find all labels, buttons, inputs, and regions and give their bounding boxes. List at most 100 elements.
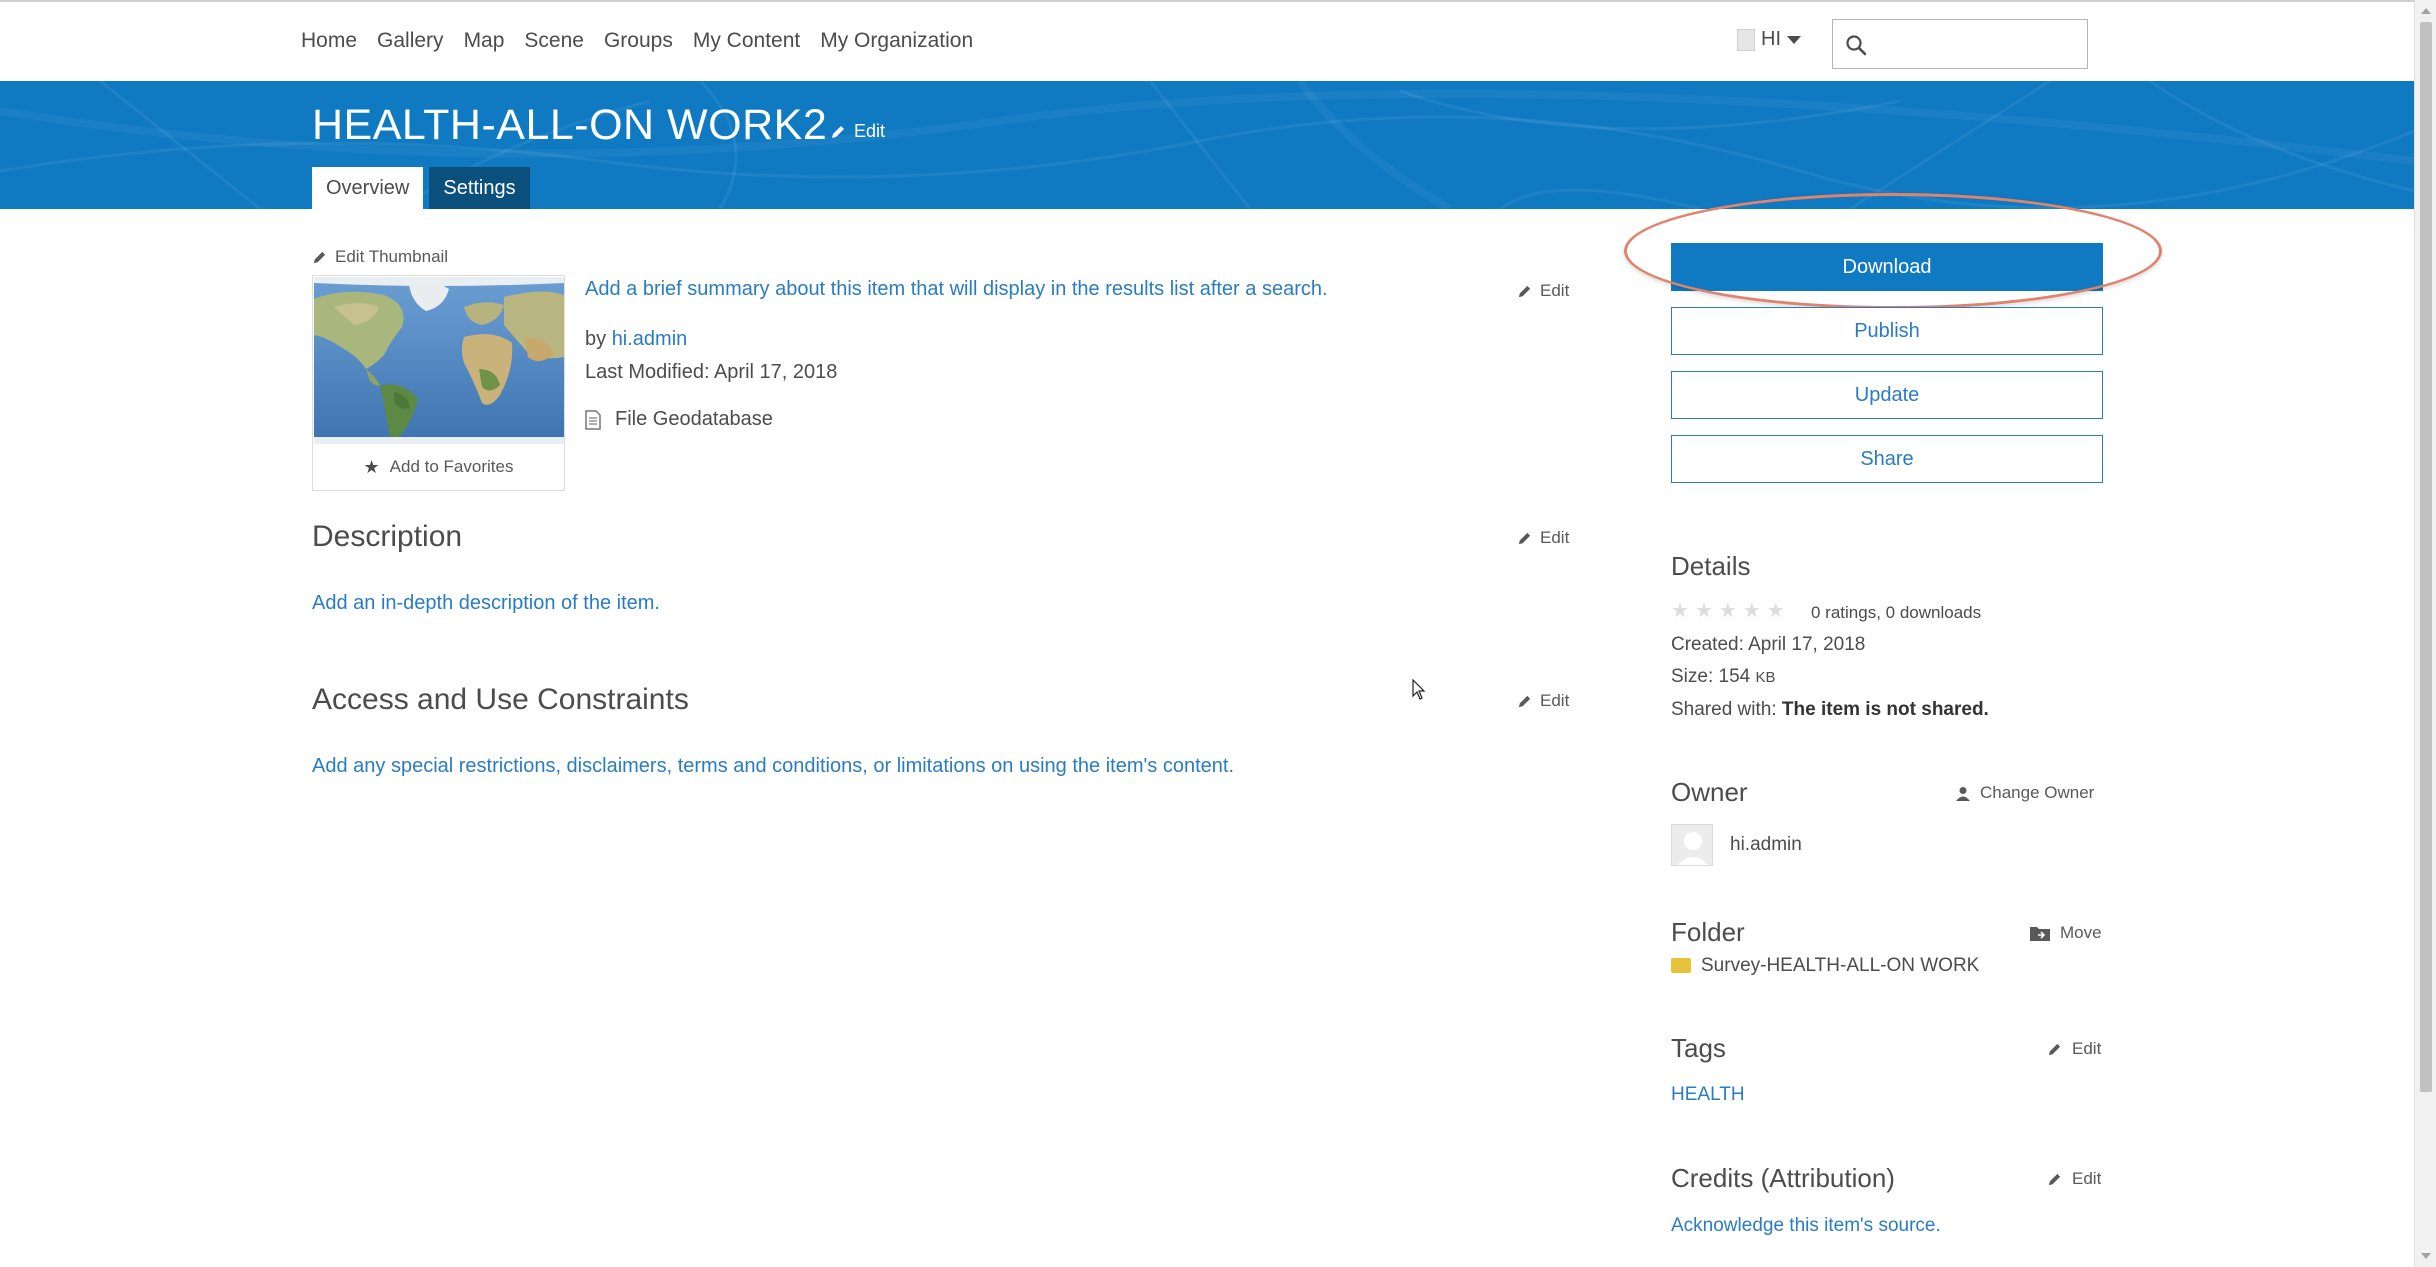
folder-move-icon — [2030, 927, 2050, 941]
description-title: Description — [312, 520, 463, 553]
user-menu[interactable]: HI — [1737, 28, 1801, 51]
tab-overview[interactable]: Overview — [312, 167, 424, 209]
edit-thumbnail-label: Edit Thumbnail — [335, 247, 449, 266]
publish-button[interactable]: Publish — [1671, 307, 2103, 355]
credits-title: Credits (Attribution) — [1671, 1163, 1895, 1193]
credits-body-link[interactable]: Acknowledge this item's source. — [1671, 1215, 1941, 1237]
description-edit-label: Edit — [1540, 528, 1570, 547]
pencil-icon — [2048, 1173, 2061, 1185]
user-menu-label: HI — [1761, 28, 1781, 50]
nav-item-my-organization[interactable]: My Organization — [820, 29, 973, 53]
shared-with-value: The item is not shared. — [1781, 699, 1989, 720]
tag-link[interactable]: HEALTH — [1671, 1084, 1745, 1106]
folder-name: Survey-HEALTH-ALL-ON WORK — [1671, 955, 1979, 977]
tags-edit-label: Edit — [2072, 1039, 2102, 1058]
size-value: Size: 154 — [1671, 666, 1751, 687]
rating-stars[interactable]: ★ ★ ★ ★ ★ — [1671, 598, 1785, 623]
page-scrollbar[interactable] — [2414, 0, 2436, 1267]
pencil-icon — [1518, 695, 1531, 707]
credits-edit-button[interactable]: Edit — [2047, 1169, 2101, 1189]
mouse-cursor-icon — [1412, 679, 1426, 700]
item-tabs: Overview Settings — [312, 167, 530, 209]
constraints-edit-button[interactable]: Edit — [1517, 691, 1569, 711]
folder-icon — [1671, 958, 1691, 974]
thumbnail-card: ★ Add to Favorites — [312, 275, 565, 491]
star-icon: ★ — [363, 456, 380, 477]
nav-item-map[interactable]: Map — [464, 29, 505, 53]
file-type: File Geodatabase — [585, 408, 773, 431]
search-icon — [1846, 35, 1867, 56]
tab-settings[interactable]: Settings — [429, 167, 530, 209]
constraints-body-link[interactable]: Add any special restrictions, disclaimer… — [312, 755, 1234, 778]
title-edit-button[interactable]: Edit — [830, 121, 885, 142]
nav-item-my-content[interactable]: My Content — [693, 29, 800, 53]
size-unit: KB — [1755, 669, 1776, 686]
pencil-icon — [832, 125, 844, 138]
file-type-label: File Geodatabase — [615, 408, 773, 430]
constraints-title: Access and Use Constraints — [312, 683, 689, 716]
last-modified: Last Modified: April 17, 2018 — [585, 361, 838, 383]
move-label: Move — [2060, 923, 2102, 942]
star-icon[interactable]: ★ — [1767, 598, 1785, 623]
shared-with: Shared with: The item is not shared. — [1671, 699, 1989, 721]
owner-link[interactable]: hi.admin — [612, 328, 688, 350]
credits-edit-label: Edit — [2072, 1169, 2102, 1188]
search-box[interactable] — [1832, 19, 2088, 69]
add-to-favorites-button[interactable]: ★ Add to Favorites — [313, 444, 564, 490]
owner-name: hi.admin — [1730, 834, 1802, 855]
change-owner-button[interactable]: Change Owner — [1956, 783, 2094, 803]
item-banner: HEALTH-ALL-ON WORK2 Edit Overview Settin… — [0, 81, 2414, 209]
pencil-icon — [1518, 285, 1531, 297]
nav-menu: Home Gallery Map Scene Groups My Content… — [301, 29, 993, 53]
pencil-icon — [2048, 1043, 2061, 1055]
item-byline: by hi.admin — [585, 328, 687, 351]
download-button[interactable]: Download — [1671, 243, 2103, 291]
pencil-icon — [313, 251, 326, 263]
shared-with-label: Shared with: — [1671, 699, 1777, 720]
owner-title: Owner — [1671, 777, 1748, 807]
details-title: Details — [1671, 551, 1751, 581]
folder-title: Folder — [1671, 917, 1745, 947]
created-date: Created: April 17, 2018 — [1671, 634, 1866, 655]
ratings-count: 0 ratings, 0 downloads — [1811, 603, 1982, 622]
move-button[interactable]: Move — [2030, 923, 2102, 943]
search-input[interactable] — [1875, 28, 2080, 60]
share-button[interactable]: Share — [1671, 435, 2103, 483]
change-owner-label: Change Owner — [1980, 783, 2095, 802]
tags-edit-button[interactable]: Edit — [2047, 1039, 2101, 1059]
constraints-edit-label: Edit — [1540, 691, 1570, 710]
add-to-favorites-label: Add to Favorites — [389, 457, 514, 476]
description-body-link[interactable]: Add an in-depth description of the item. — [312, 592, 660, 615]
item-size: Size: 154 KB — [1671, 666, 1776, 688]
update-button[interactable]: Update — [1671, 371, 2103, 419]
summary-edit-button[interactable]: Edit — [1517, 281, 1569, 301]
scroll-down-arrow-icon[interactable] — [2421, 1253, 2431, 1259]
pencil-icon — [1518, 532, 1531, 544]
description-edit-button[interactable]: Edit — [1517, 528, 1569, 548]
user-placeholder-icon — [1677, 832, 1709, 865]
star-icon[interactable]: ★ — [1719, 598, 1737, 623]
summary-edit-label: Edit — [1540, 281, 1570, 300]
edit-thumbnail-button[interactable]: Edit Thumbnail — [312, 247, 448, 267]
owner-avatar — [1671, 824, 1713, 866]
nav-item-gallery[interactable]: Gallery — [377, 29, 444, 53]
document-icon — [585, 409, 601, 430]
star-icon[interactable]: ★ — [1671, 598, 1689, 623]
item-title: HEALTH-ALL-ON WORK2 — [312, 101, 828, 149]
nav-item-scene[interactable]: Scene — [524, 29, 584, 53]
world-map-thumbnail — [314, 277, 564, 444]
top-navigation: Home Gallery Map Scene Groups My Content… — [0, 0, 2414, 81]
item-summary-link[interactable]: Add a brief summary about this item that… — [585, 278, 1328, 301]
byline-prefix: by — [585, 328, 607, 350]
nav-item-home[interactable]: Home — [301, 29, 357, 53]
user-avatar-icon — [1737, 28, 1755, 51]
tags-title: Tags — [1671, 1033, 1726, 1063]
user-icon — [1956, 786, 1970, 801]
folder-name-label: Survey-HEALTH-ALL-ON WORK — [1701, 955, 1980, 976]
nav-item-groups[interactable]: Groups — [604, 29, 673, 53]
star-icon[interactable]: ★ — [1695, 598, 1713, 623]
chevron-down-icon — [1787, 35, 1801, 44]
scrollbar-thumb[interactable] — [2420, 22, 2432, 1092]
star-icon[interactable]: ★ — [1743, 598, 1761, 623]
scroll-up-arrow-icon[interactable] — [2421, 8, 2431, 14]
